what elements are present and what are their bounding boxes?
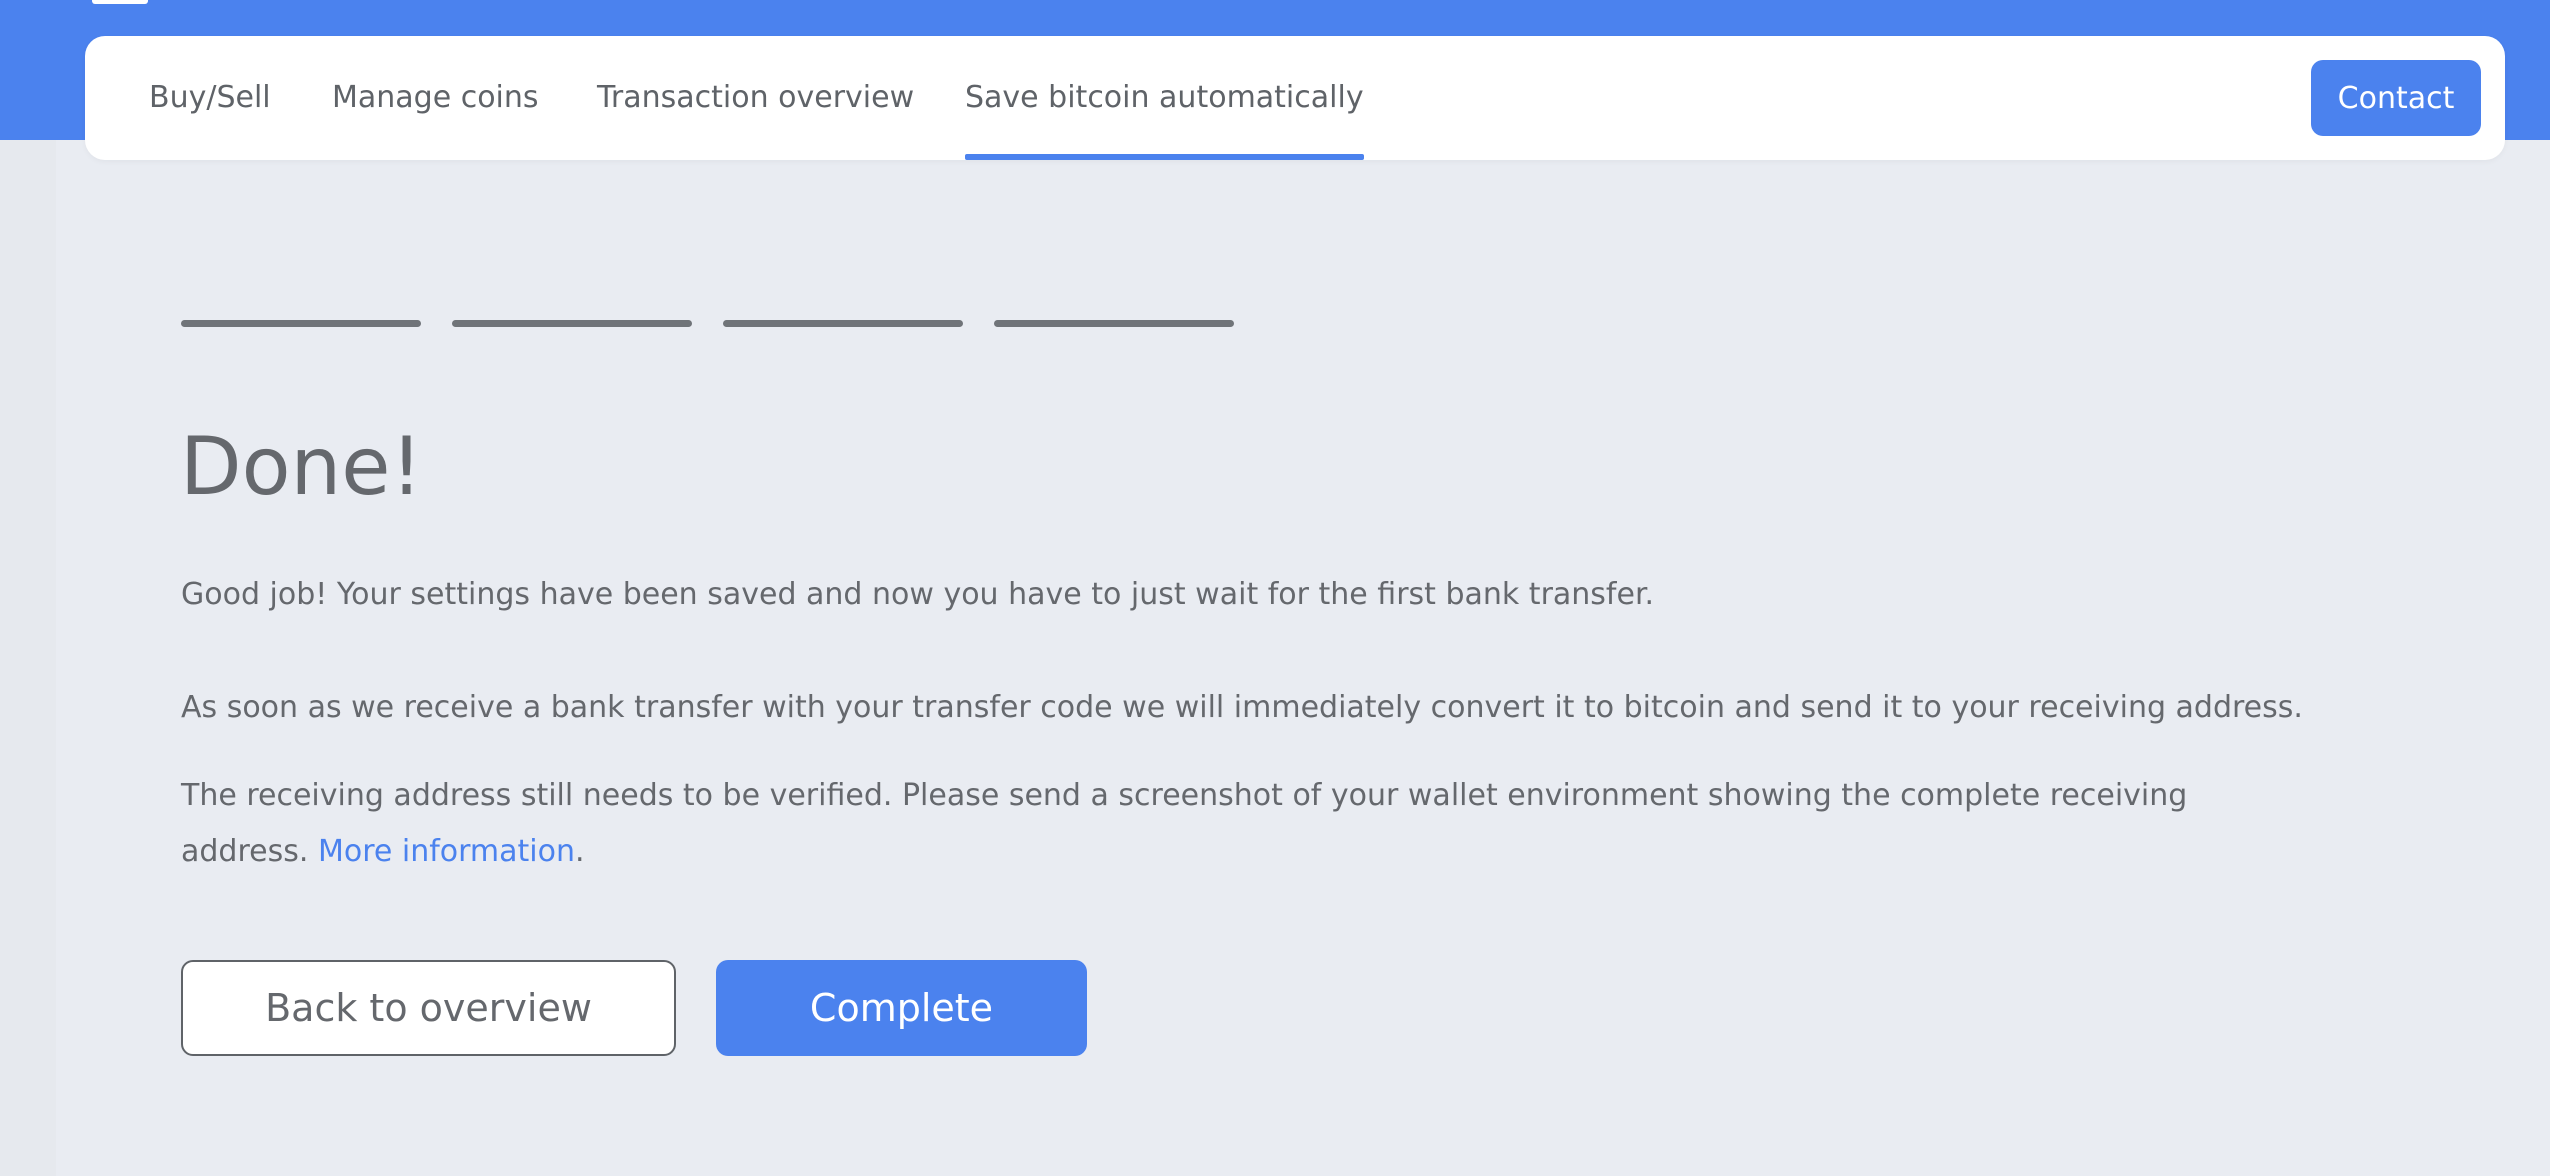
step-bar-2 bbox=[452, 320, 692, 327]
more-information-link[interactable]: More information bbox=[318, 834, 575, 869]
success-message: Good job! Your settings have been saved … bbox=[181, 577, 1655, 612]
back-to-overview-button[interactable]: Back to overview bbox=[181, 960, 676, 1056]
page-title: Done! bbox=[180, 420, 423, 513]
verification-notice: The receiving address still needs to be … bbox=[181, 768, 2321, 880]
step-bar-3 bbox=[723, 320, 963, 327]
tab-transaction-overview[interactable]: Transaction overview bbox=[597, 36, 914, 160]
step-bar-1 bbox=[181, 320, 421, 327]
tab-save-bitcoin-automatically[interactable]: Save bitcoin automatically bbox=[965, 36, 1364, 160]
complete-button[interactable]: Complete bbox=[716, 960, 1087, 1056]
logo[interactable] bbox=[92, 0, 148, 4]
verification-notice-end: . bbox=[575, 834, 585, 869]
step-bar-4 bbox=[994, 320, 1234, 327]
contact-button[interactable]: Contact bbox=[2311, 60, 2481, 136]
transfer-info-message: As soon as we receive a bank transfer wi… bbox=[181, 690, 2303, 725]
main-navbar: Buy/Sell Manage coins Transaction overvi… bbox=[85, 36, 2505, 160]
tab-manage-coins[interactable]: Manage coins bbox=[332, 36, 539, 160]
left-strip bbox=[0, 140, 56, 1176]
tab-buy-sell[interactable]: Buy/Sell bbox=[149, 36, 271, 160]
